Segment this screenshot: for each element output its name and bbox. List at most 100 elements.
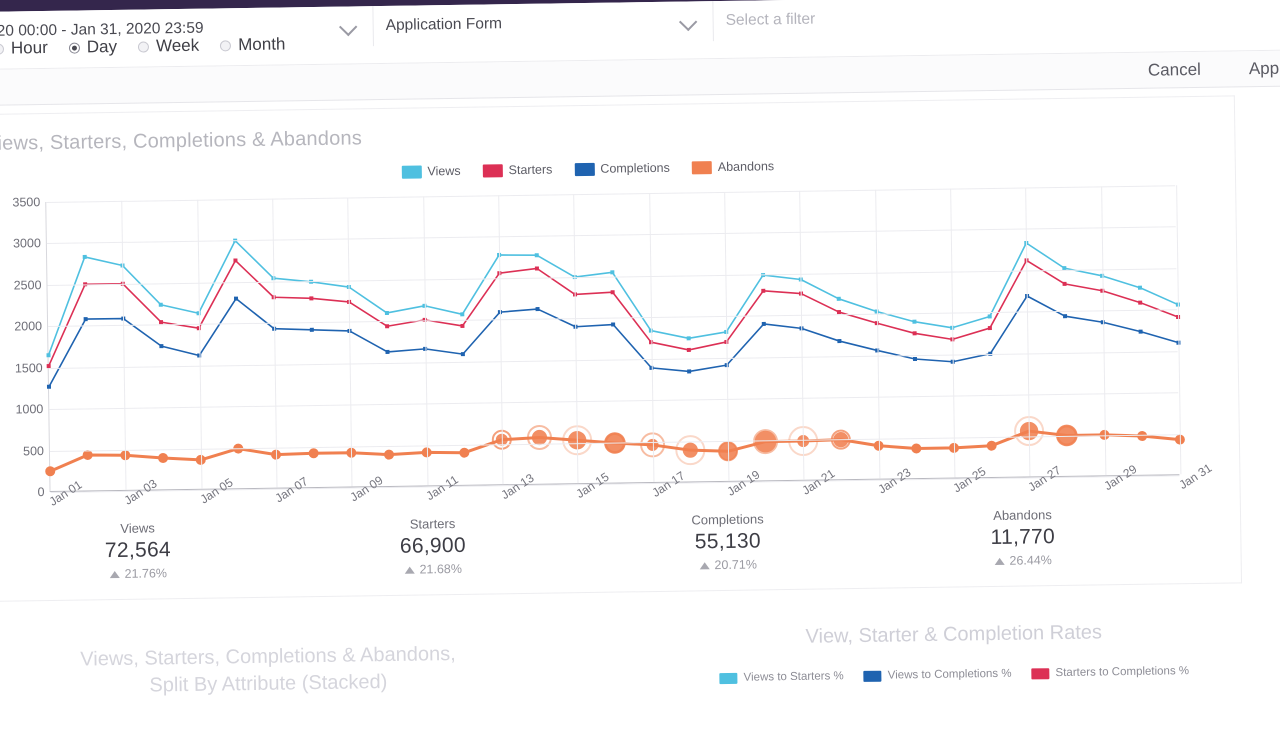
rates-legend-item[interactable]: Starters to Completions % <box>1031 665 1189 679</box>
stat-abandons: Abandons 11,770 26.44% <box>875 505 1171 569</box>
granularity-label-week: Week <box>155 35 200 56</box>
series-point-abandons[interactable] <box>158 452 169 463</box>
series-point-completions[interactable] <box>912 356 918 362</box>
series-point-starters[interactable] <box>460 323 465 328</box>
filter-select[interactable]: Select a filter <box>713 0 1234 41</box>
plot-canvas: 0 500 1000 1500 2000 2500 3000 3500 Jan 01 Jan 03… <box>12 185 1214 509</box>
stat-value: 66,900 <box>399 533 467 558</box>
series-point-completions[interactable] <box>687 369 692 374</box>
apply-button[interactable]: Apply <box>1249 58 1280 79</box>
series-point-starters[interactable] <box>836 310 841 315</box>
series-point-completions[interactable] <box>159 344 164 349</box>
rates-legend-label: Starters to Completions % <box>1055 665 1190 680</box>
y-axis-tick: 3000 <box>12 236 41 251</box>
series-point-views[interactable] <box>82 254 87 259</box>
series-point-views[interactable] <box>987 314 992 319</box>
series-point-views[interactable] <box>460 312 465 317</box>
series-point-views[interactable] <box>534 253 539 258</box>
granularity-label-hour: Hour <box>10 37 48 58</box>
series-point-abandons[interactable] <box>986 440 997 451</box>
cancel-button[interactable]: Cancel <box>1148 59 1201 80</box>
series-point-views[interactable] <box>158 302 163 307</box>
form-selector[interactable]: Application Form <box>373 1 714 47</box>
series-point-starters[interactable] <box>987 326 992 331</box>
series-point-views[interactable] <box>384 310 389 315</box>
granularity-option-hour[interactable]: Hour <box>0 38 48 59</box>
y-axis-tick: 2500 <box>13 277 42 293</box>
y-axis-tick: 2000 <box>14 319 43 334</box>
granularity-option-day[interactable]: Day <box>68 37 118 58</box>
rates-legend-label: Views to Starters % <box>743 670 844 684</box>
legend-swatch-icon <box>574 162 595 176</box>
legend-swatch-icon <box>691 160 712 174</box>
series-point-completions[interactable] <box>460 352 465 357</box>
stat-starters: Starters 66,900 21.68% <box>285 514 581 578</box>
legend-item-views[interactable]: Views <box>401 164 461 179</box>
series-point-completions[interactable] <box>385 349 390 354</box>
series-point-abandons[interactable] <box>459 447 470 458</box>
series-point-starters[interactable] <box>385 324 390 329</box>
series-point-completions[interactable] <box>1138 329 1143 334</box>
legend-item-starters[interactable]: Starters <box>482 163 552 178</box>
stat-delta: 21.68% <box>286 560 581 578</box>
filter-placeholder: Select a filter <box>725 10 816 29</box>
series-point-completions[interactable] <box>1063 314 1068 319</box>
series-point-views[interactable] <box>836 296 841 301</box>
series-point-completions[interactable] <box>535 307 540 312</box>
series-point-completions[interactable] <box>233 296 239 301</box>
series-point-completions[interactable] <box>611 322 616 327</box>
granularity-option-week[interactable]: Week <box>137 35 200 57</box>
series-point-starters[interactable] <box>233 258 238 263</box>
radio-selected-icon <box>68 41 80 54</box>
series-point-starters[interactable] <box>1062 281 1067 286</box>
series-point-abandons[interactable] <box>308 448 319 459</box>
series-point-starters[interactable] <box>309 296 314 301</box>
series-point-completions[interactable] <box>837 339 842 344</box>
series-point-views[interactable] <box>686 336 691 341</box>
series-point-abandons[interactable] <box>384 449 395 460</box>
stat-value: 72,564 <box>104 538 172 563</box>
series-point-views[interactable] <box>46 353 51 358</box>
stat-delta-value: 21.76% <box>124 566 168 581</box>
series-point-abandons[interactable] <box>45 466 56 477</box>
series-point-starters[interactable] <box>1138 300 1143 305</box>
series-point-abandons[interactable] <box>82 449 93 460</box>
series-point-views[interactable] <box>912 319 917 324</box>
stat-value: 55,130 <box>694 529 762 554</box>
legend-item-completions[interactable]: Completions <box>574 161 670 176</box>
stat-delta-value: 21.68% <box>419 561 463 577</box>
legend-item-abandons[interactable]: Abandons <box>691 159 774 174</box>
series-point-completions[interactable] <box>761 321 766 326</box>
series-point-completions[interactable] <box>83 317 88 322</box>
stacked-attribute-card: Views, Starters, Completions & Abandons,… <box>0 611 589 730</box>
series-point-starters[interactable] <box>761 288 766 293</box>
rates-legend-item[interactable]: Views to Starters % <box>719 670 844 684</box>
rates-legend-item[interactable]: Views to Completions % <box>863 668 1012 682</box>
series-point-abandons[interactable] <box>1137 431 1148 442</box>
chart-series-svg <box>45 238 1185 477</box>
series-point-starters[interactable] <box>534 266 539 271</box>
legend-swatch-icon <box>401 164 422 179</box>
series-point-completions[interactable] <box>309 327 314 332</box>
radio-icon <box>0 43 5 55</box>
series-point-starters[interactable] <box>610 290 615 295</box>
stat-delta-value: 26.44% <box>1009 553 1052 568</box>
granularity-option-month[interactable]: Month <box>220 34 286 55</box>
triangle-up-icon <box>994 557 1005 565</box>
series-point-completions[interactable] <box>46 384 52 389</box>
summary-stats: Views 72,564 21.76% Starters 66,900 21.68% Com… <box>0 505 1171 582</box>
triangle-up-icon <box>699 561 710 569</box>
stacked-attribute-title: Views, Starters, Completions & Abandons,… <box>80 642 456 697</box>
chevron-down-icon <box>338 17 358 36</box>
chevron-down-icon <box>678 12 698 31</box>
rates-legend: Views to Starters % Views to Completions … <box>624 664 1280 686</box>
series-point-abandons[interactable] <box>682 442 698 458</box>
series-point-starters[interactable] <box>912 331 917 336</box>
series-point-views[interactable] <box>1137 285 1142 290</box>
series-point-views[interactable] <box>610 270 615 275</box>
granularity-label-month: Month <box>238 34 286 55</box>
series-point-starters[interactable] <box>686 347 691 352</box>
series-point-starters[interactable] <box>159 320 164 325</box>
stat-completions: Completions 55,130 20.71% <box>580 510 876 574</box>
series-point-abandons[interactable] <box>911 443 922 454</box>
